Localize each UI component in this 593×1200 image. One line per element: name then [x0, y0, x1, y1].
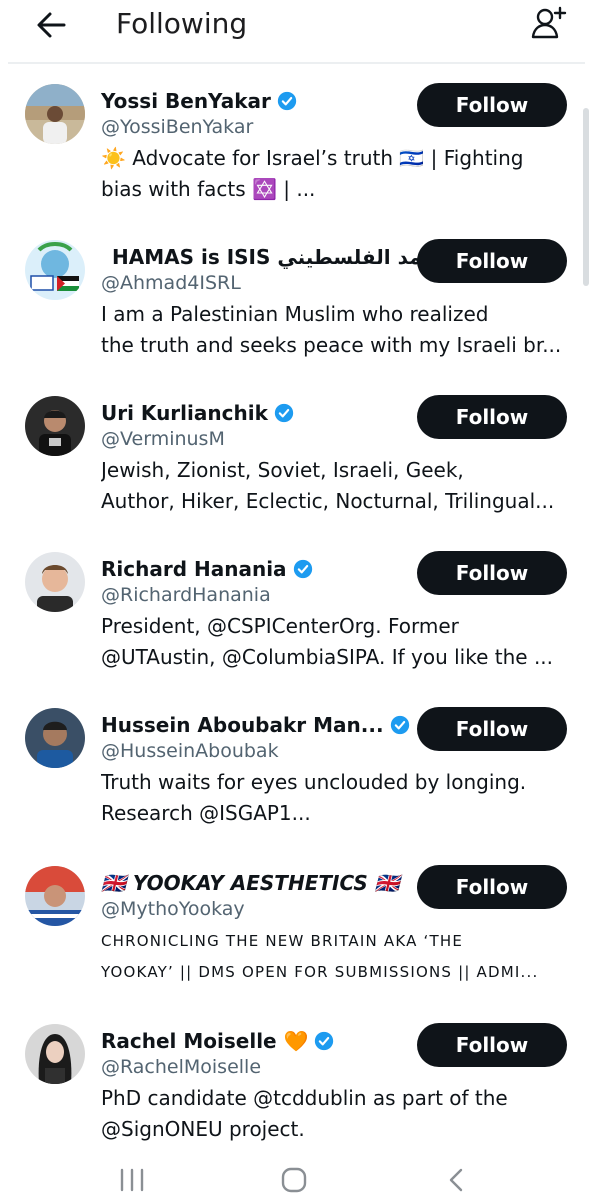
system-nav-bar [0, 1158, 593, 1200]
page-title: Following [116, 7, 248, 40]
bio-line: the truth and seeks peace with my Israel… [101, 333, 562, 357]
user-name: Uri Kurlianchik [101, 401, 268, 425]
user-row[interactable]: HAMAS is ISIS أحمد الفلسطيني @Ahmad4ISRL… [0, 220, 593, 376]
user-bio: Jewish, Zionist, Soviet, Israeli, Geek, … [101, 455, 571, 517]
verified-badge-icon [277, 91, 297, 111]
bio-line: ☀️ Advocate for Israel’s truth 🇮🇱 | Figh… [101, 146, 524, 170]
user-name: HAMAS is ISIS أحمد الفلسطيني [112, 245, 444, 269]
user-handle[interactable]: @YossiBenYakar [101, 116, 253, 138]
user-name: Rachel Moiselle 🧡 [101, 1029, 309, 1053]
user-bio: Truth waits for eyes unclouded by longin… [101, 767, 571, 829]
verified-badge-icon [390, 715, 409, 735]
recent-apps-icon [120, 1168, 144, 1192]
bio-line: @UTAustin, @ColumbiaSIPA. If you like th… [101, 645, 554, 669]
user-row[interactable]: Hussein Aboubakr Man... @HusseinAboubak … [0, 688, 593, 844]
following-list: Yossi BenYakar @YossiBenYakar ☀️ Advocat… [0, 64, 593, 1160]
avatar[interactable] [25, 84, 85, 144]
nav-back-icon [449, 1168, 463, 1192]
home-icon [281, 1167, 307, 1193]
avatar[interactable] [25, 1024, 85, 1084]
follow-button[interactable]: Follow [417, 707, 567, 751]
user-bio: President, @CSPICenterOrg. Former @UTAus… [101, 611, 571, 673]
avatar[interactable] [25, 866, 85, 926]
home-button[interactable] [274, 1164, 314, 1196]
name-line: Richard Hanania [101, 554, 313, 584]
user-handle[interactable]: @HusseinAboubak [101, 740, 279, 762]
recent-apps-button[interactable] [112, 1164, 152, 1196]
avatar[interactable] [25, 240, 85, 300]
name-line: Hussein Aboubakr Man... [101, 710, 409, 740]
user-row[interactable]: Richard Hanania @RichardHanania Presiden… [0, 532, 593, 688]
bio-line: YOOKAY’ || DMS OPEN FOR SUBMISSIONS || A… [101, 963, 539, 981]
verified-badge-icon [274, 403, 294, 423]
name-line: Uri Kurlianchik [101, 398, 294, 428]
bio-line: CHRONICLING THE NEW BRITAIN AKA ‘THE [101, 932, 464, 950]
follow-button[interactable]: Follow [417, 83, 567, 127]
bio-line: Author, Hiker, Eclectic, Nocturnal, Tril… [101, 489, 555, 513]
user-name: 🇬🇧 YOOKAY AESTHETICS 🇬🇧 [101, 871, 400, 895]
bio-line: @SignONEU project. [101, 1117, 305, 1141]
name-line: 🇬🇧 YOOKAY AESTHETICS 🇬🇧 [101, 868, 400, 898]
avatar[interactable] [25, 708, 85, 768]
user-bio: PhD candidate @tcddublin as part of the … [101, 1083, 571, 1145]
back-button[interactable] [30, 8, 70, 42]
avatar[interactable] [25, 552, 85, 612]
bio-line: PhD candidate @tcddublin as part of the [101, 1086, 508, 1110]
user-handle[interactable]: @VerminusM [101, 428, 225, 450]
name-line: HAMAS is ISIS أحمد الفلسطيني [112, 242, 444, 272]
user-bio: I am a Palestinian Muslim who realized t… [101, 299, 571, 361]
bio-line: I am a Palestinian Muslim who realized [101, 302, 489, 326]
user-handle[interactable]: @RichardHanania [101, 584, 271, 606]
add-user-icon [531, 6, 567, 39]
user-row[interactable]: 🇬🇧 YOOKAY AESTHETICS 🇬🇧 @MythoYookay CHR… [0, 844, 593, 1004]
name-line: Yossi BenYakar [101, 86, 297, 116]
user-handle[interactable]: @Ahmad4ISRL [101, 272, 241, 294]
arrow-left-icon [37, 12, 66, 38]
avatar[interactable] [25, 396, 85, 456]
user-row[interactable]: Yossi BenYakar @YossiBenYakar ☀️ Advocat… [0, 64, 593, 220]
follow-button[interactable]: Follow [417, 239, 567, 283]
follow-button[interactable]: Follow [417, 395, 567, 439]
nav-back-button[interactable] [438, 1164, 478, 1196]
verified-badge-icon [293, 559, 312, 579]
add-user-button[interactable] [530, 4, 568, 42]
user-handle[interactable]: @RachelMoiselle [101, 1056, 261, 1078]
user-name: Yossi BenYakar [101, 89, 271, 113]
bio-line: Jewish, Zionist, Soviet, Israeli, Geek, [101, 458, 464, 482]
user-row[interactable]: Uri Kurlianchik @VerminusM Jewish, Zioni… [0, 376, 593, 532]
user-bio: ☀️ Advocate for Israel’s truth 🇮🇱 | Figh… [101, 143, 571, 205]
follow-button[interactable]: Follow [417, 551, 567, 595]
top-app-bar: Following [0, 0, 593, 58]
user-handle[interactable]: @MythoYookay [101, 898, 245, 920]
bio-line: Research @ISGAP1... [101, 801, 311, 825]
name-line: Rachel Moiselle 🧡 [101, 1026, 334, 1056]
follow-button[interactable]: Follow [417, 1023, 567, 1067]
user-row[interactable]: Rachel Moiselle 🧡 @RachelMoiselle PhD ca… [0, 1004, 593, 1160]
bio-line: Truth waits for eyes unclouded by longin… [101, 770, 527, 794]
follow-button[interactable]: Follow [417, 865, 567, 909]
bio-line: President, @CSPICenterOrg. Former [101, 614, 459, 638]
bio-line: bias with facts ✡️ | ... [101, 177, 316, 201]
user-bio: CHRONICLING THE NEW BRITAIN AKA ‘THE YOO… [101, 926, 571, 988]
verified-badge-icon [315, 1031, 334, 1051]
user-name: Hussein Aboubakr Man... [101, 713, 384, 737]
user-name: Richard Hanania [101, 557, 287, 581]
